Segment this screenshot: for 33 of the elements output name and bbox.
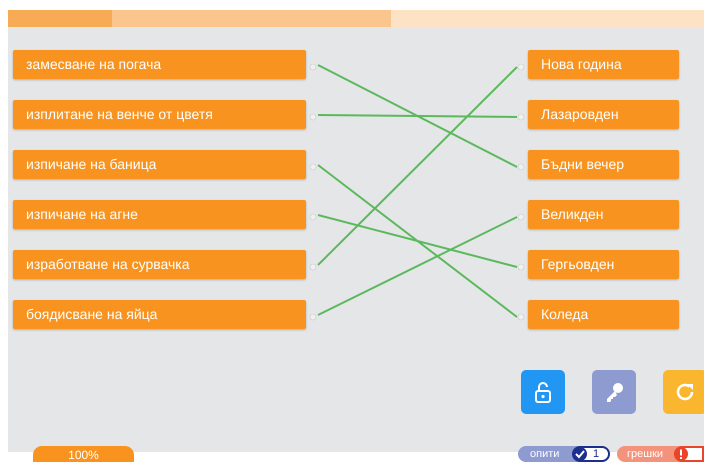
connector-dot[interactable] bbox=[518, 314, 524, 320]
attempts-count: 1 bbox=[593, 448, 600, 460]
match-item[interactable]: боядисване на яйца bbox=[13, 300, 306, 329]
score-badge: 100% bbox=[33, 446, 134, 462]
match-item[interactable]: изработване на сурвачка bbox=[13, 250, 306, 279]
match-item[interactable]: изпичане на баница bbox=[13, 150, 306, 179]
attempts-label: опити bbox=[530, 447, 560, 462]
errors-label: грешки bbox=[627, 447, 664, 462]
unlock-icon bbox=[532, 381, 554, 403]
key-button[interactable] bbox=[592, 370, 636, 414]
match-item[interactable]: замесване на погача bbox=[13, 50, 306, 79]
match-target[interactable]: Нова година bbox=[528, 50, 679, 79]
connector-dot[interactable] bbox=[518, 64, 524, 70]
connector-dot[interactable] bbox=[518, 214, 524, 220]
connector-dot[interactable] bbox=[310, 64, 316, 70]
connector-dot[interactable] bbox=[310, 264, 316, 270]
connector-dot[interactable] bbox=[310, 314, 316, 320]
connector-dot[interactable] bbox=[518, 264, 524, 270]
connector-dot[interactable] bbox=[310, 214, 316, 220]
refresh-button[interactable] bbox=[663, 370, 704, 414]
match-item[interactable]: изпичане на агне bbox=[13, 200, 306, 229]
refresh-icon bbox=[674, 381, 696, 403]
match-target[interactable]: Гергьовден bbox=[528, 250, 679, 279]
connector-dot[interactable] bbox=[518, 164, 524, 170]
connector-dot[interactable] bbox=[310, 114, 316, 120]
match-target[interactable]: Бъдни вечер bbox=[528, 150, 679, 179]
match-target[interactable]: Коледа bbox=[528, 300, 679, 329]
match-item[interactable]: изплитане на венче от цветя bbox=[13, 100, 306, 129]
connector-dot[interactable] bbox=[518, 114, 524, 120]
match-target[interactable]: Великден bbox=[528, 200, 679, 229]
match-target[interactable]: Лазаровден bbox=[528, 100, 679, 129]
connector-dot[interactable] bbox=[310, 164, 316, 170]
unlock-button[interactable] bbox=[521, 370, 565, 414]
